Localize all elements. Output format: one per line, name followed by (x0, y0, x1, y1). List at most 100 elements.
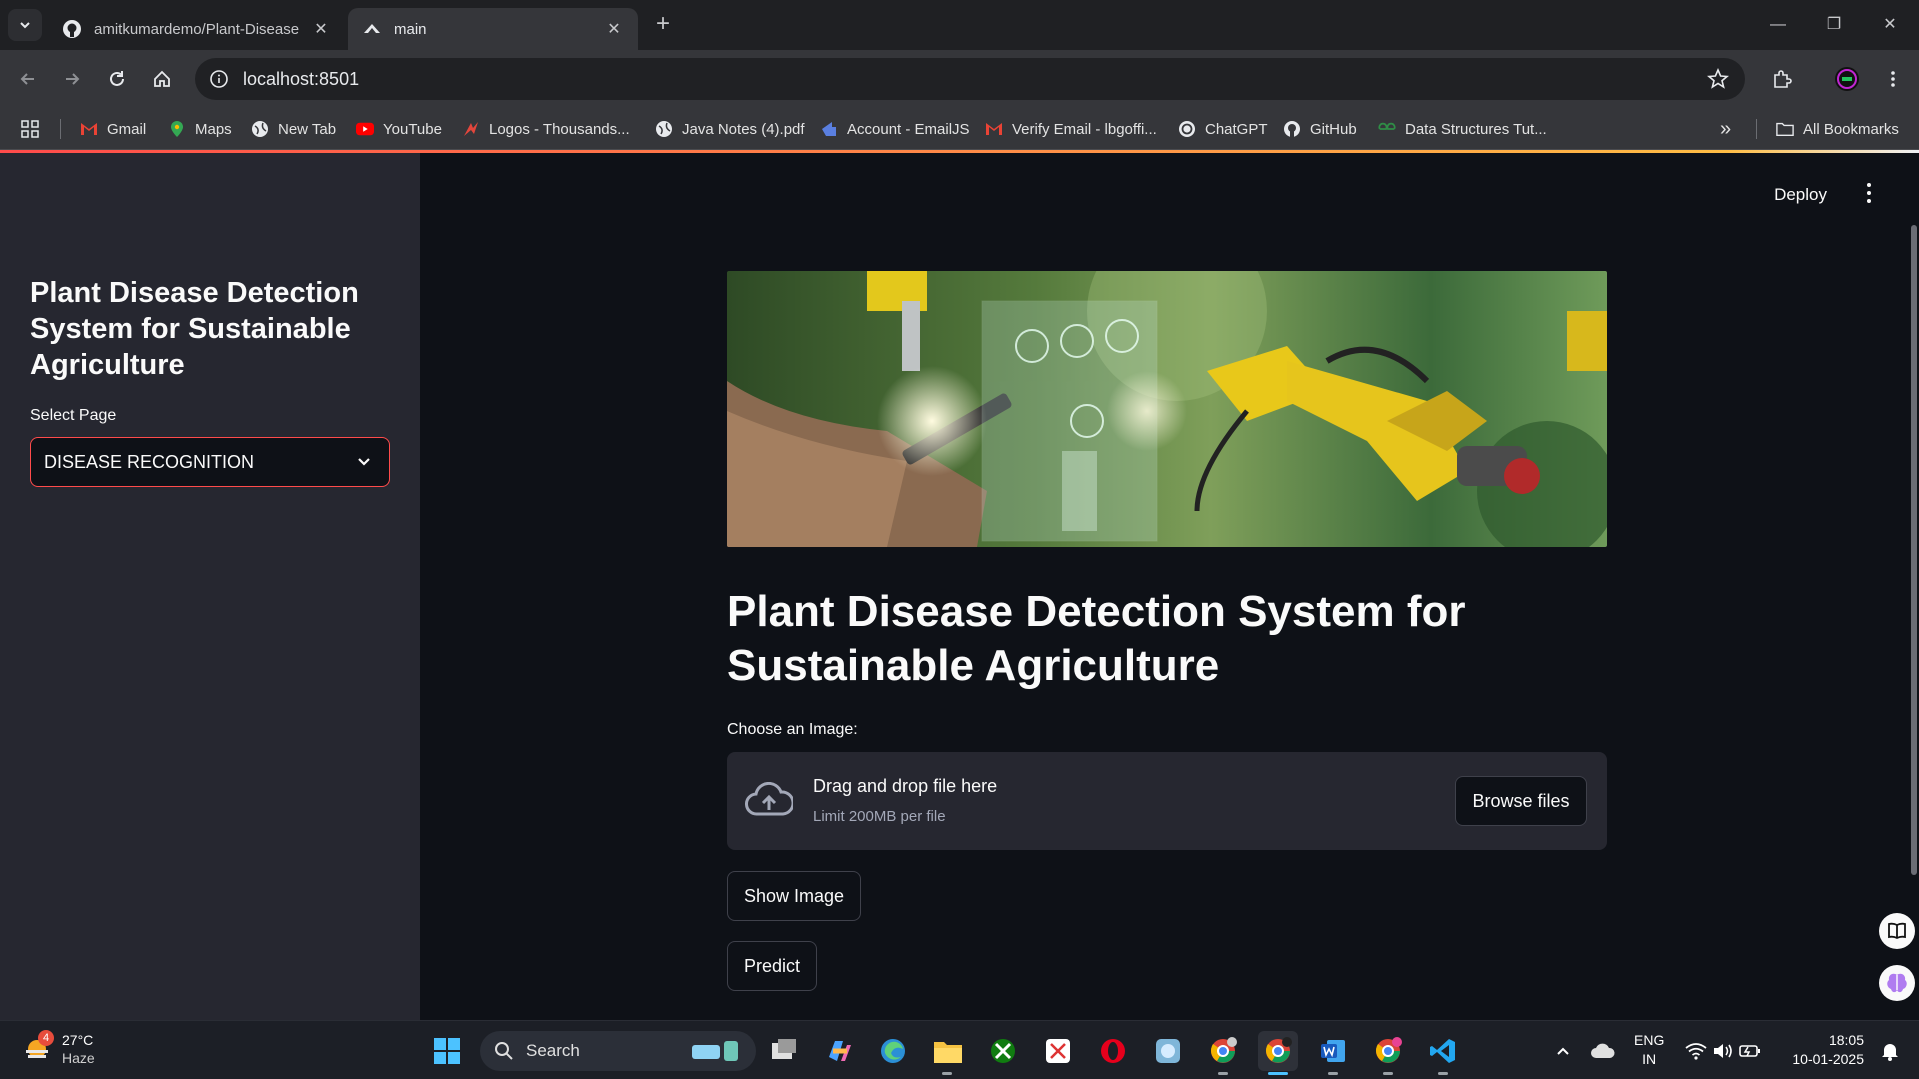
address-bar[interactable]: localhost:8501 (195, 58, 1745, 100)
maps-icon (168, 120, 186, 138)
chrome-profile-a-icon[interactable] (1371, 1034, 1405, 1068)
snipping-tool-icon[interactable] (1041, 1034, 1075, 1068)
bookmark-chatgpt[interactable]: ChatGPT (1178, 116, 1268, 142)
bookmark-java-notes[interactable]: Java Notes (4).pdf (655, 116, 805, 142)
apps-button[interactable] (20, 116, 40, 142)
clock-time: 18:05 (1828, 1032, 1864, 1048)
emailjs-icon (820, 120, 838, 138)
language-indicator[interactable]: ENG IN (1634, 1031, 1664, 1069)
restore-button[interactable]: ❐ (1814, 10, 1854, 40)
more-vert-icon (1891, 71, 1895, 87)
browse-files-button[interactable]: Browse files (1455, 776, 1587, 826)
notifications-icon[interactable] (1873, 1034, 1907, 1068)
deploy-button[interactable]: Deploy (1774, 185, 1827, 205)
show-image-button[interactable]: Show Image (727, 871, 861, 921)
chrome-profile-icon[interactable] (1206, 1034, 1240, 1068)
gmail-icon (80, 120, 98, 138)
arrow-left-icon (20, 73, 34, 85)
all-bookmarks-button[interactable]: All Bookmarks (1776, 116, 1899, 142)
xbox-icon[interactable] (986, 1034, 1020, 1068)
chevron-down-icon (20, 22, 30, 29)
bookmark-maps[interactable]: Maps (168, 116, 232, 142)
bookmark-new-tab[interactable]: New Tab (251, 116, 336, 142)
battery-icon[interactable] (1733, 1034, 1767, 1068)
bookmark-star-icon[interactable] (1707, 68, 1729, 90)
reload-button[interactable] (100, 62, 134, 96)
tab-title: amitkumardemo/Plant-Disease (94, 20, 300, 38)
tab-close-button[interactable]: ✕ (311, 19, 331, 39)
search-placeholder: Search (526, 1041, 580, 1060)
search-icon (495, 1042, 513, 1060)
close-window-button[interactable]: ✕ (1870, 10, 1910, 40)
edge-icon[interactable] (876, 1034, 910, 1068)
uploader-label: Choose an Image: (727, 721, 858, 738)
address-text: localhost:8501 (243, 68, 360, 89)
chrome-active-icon[interactable] (1258, 1031, 1298, 1071)
bookmark-data-structures[interactable]: Data Structures Tut... (1378, 116, 1547, 142)
browser-toolbar: localhost:8501 (0, 50, 1919, 108)
browser-menu-button[interactable] (1876, 62, 1910, 96)
running-indicator (942, 1072, 952, 1075)
page-select[interactable]: DISEASE RECOGNITION (30, 437, 390, 487)
bookmarks-overflow-button[interactable]: » (1720, 116, 1731, 142)
page-select-value: DISEASE RECOGNITION (44, 451, 255, 472)
clock[interactable]: 18:05 10-01-2025 (1784, 1031, 1864, 1069)
tab-close-button[interactable]: ✕ (604, 19, 624, 39)
minimize-button[interactable]: — (1758, 10, 1798, 40)
youtube-icon (356, 120, 374, 138)
bookmark-gmail[interactable]: Gmail (80, 116, 146, 142)
bookmarks-divider (60, 119, 61, 139)
file-explorer-icon[interactable] (931, 1034, 965, 1068)
dropzone-limit: Limit 200MB per file (813, 808, 946, 825)
tab-main[interactable]: main ✕ (348, 8, 638, 50)
profile-avatar[interactable] (1830, 62, 1864, 96)
gfg-icon (1378, 120, 1396, 138)
onedrive-icon[interactable] (1586, 1034, 1620, 1068)
tab-search-button[interactable] (8, 9, 42, 41)
main-menu-button[interactable] (1859, 181, 1879, 205)
github-icon (62, 19, 82, 39)
chevron-down-icon (358, 458, 370, 466)
bookmark-logos[interactable]: Logos - Thousands... (462, 116, 630, 142)
new-tab-button[interactable]: + (648, 10, 678, 40)
browser-tab-bar: amitkumardemo/Plant-Disease ✕ main ✕ + —… (0, 0, 1919, 50)
bookmark-emailjs[interactable]: Account - EmailJS (820, 116, 970, 142)
gmail-icon (985, 120, 1003, 138)
bookmark-verify-email[interactable]: Verify Email - lbgoffi... (985, 116, 1157, 142)
weather-temperature: 27°C (62, 1032, 94, 1048)
book-icon (1888, 922, 1906, 940)
file-dropzone[interactable]: Drag and drop file here Limit 200MB per … (727, 752, 1607, 850)
bookmarks-divider (1756, 119, 1757, 139)
vscode-icon[interactable] (1426, 1034, 1460, 1068)
photos-icon[interactable] (1151, 1034, 1185, 1068)
weather-widget[interactable]: 4 27°C Haze (22, 1030, 95, 1067)
page-title: Plant Disease Detection System for Susta… (727, 587, 1466, 690)
predict-button[interactable]: Predict (727, 941, 817, 991)
weather-badge: 4 (38, 1030, 54, 1046)
opera-icon[interactable] (1096, 1034, 1130, 1068)
scrollbar[interactable] (1911, 225, 1917, 875)
word-icon[interactable] (1316, 1034, 1350, 1068)
bookmark-youtube[interactable]: YouTube (356, 116, 442, 142)
start-button[interactable] (430, 1034, 464, 1068)
forward-button[interactable] (55, 62, 89, 96)
clock-date: 10-01-2025 (1792, 1051, 1864, 1067)
avatar-icon (1835, 67, 1859, 91)
reading-mode-button[interactable] (1879, 913, 1915, 949)
back-button[interactable] (11, 62, 45, 96)
windows-icon (434, 1038, 460, 1064)
task-view-icon[interactable] (767, 1034, 801, 1068)
select-page-label: Select Page (30, 407, 117, 424)
puzzle-icon (1774, 70, 1792, 88)
bookmark-github[interactable]: GitHub (1283, 116, 1357, 142)
arrow-right-icon (66, 73, 80, 85)
show-hidden-icons-button[interactable] (1546, 1034, 1580, 1068)
running-indicator (1328, 1072, 1338, 1075)
home-button[interactable] (145, 62, 179, 96)
tab-github[interactable]: amitkumardemo/Plant-Disease ✕ (48, 8, 345, 50)
taskbar-search[interactable]: Search (480, 1031, 756, 1071)
ai-assistant-button[interactable] (1879, 965, 1915, 1001)
extensions-button[interactable] (1765, 62, 1799, 96)
search-highlight-icon (692, 1041, 738, 1061)
copilot-icon[interactable] (822, 1034, 856, 1068)
